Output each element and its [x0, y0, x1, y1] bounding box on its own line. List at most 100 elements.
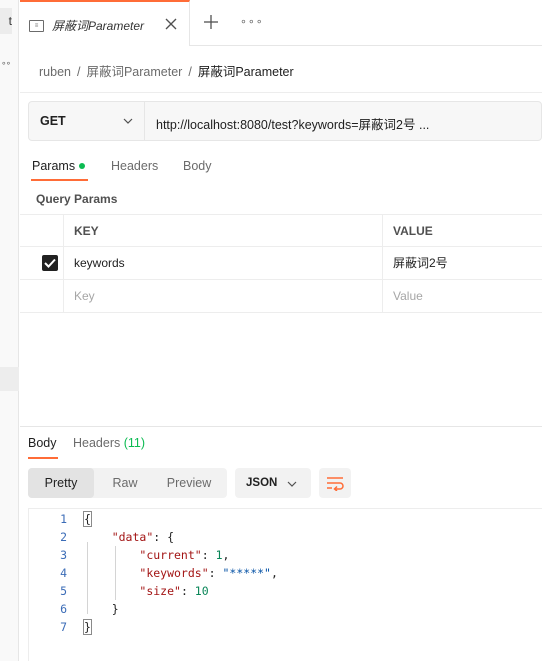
sidebar-tab-fragment[interactable]: t — [0, 8, 12, 34]
view-pretty-button[interactable]: Pretty — [28, 468, 94, 498]
url-bar: GET http://localhost:8080/test?keywords=… — [28, 101, 542, 141]
request-tab[interactable]: ≡ 屏蔽词Parameter — [20, 0, 190, 46]
code-text: "size": 10 — [84, 582, 209, 600]
code-line: 5 "size": 10 — [29, 582, 542, 600]
response-tab-body[interactable]: Body — [28, 436, 57, 450]
response-body-editor[interactable]: 1{2 "data": {3 "current": 1, 4 "keywords"… — [28, 508, 542, 661]
column-header-value: VALUE — [393, 224, 433, 238]
request-tabs: Params Headers Body — [20, 157, 542, 183]
active-tab-indicator — [31, 179, 88, 181]
response-view-toggle: Pretty Raw Preview — [28, 468, 227, 498]
table-row: Key Value — [20, 280, 542, 313]
breadcrumb-collection[interactable]: 屏蔽词Parameter — [86, 65, 182, 79]
wrap-lines-icon — [327, 477, 344, 491]
line-number: 1 — [60, 512, 67, 526]
json-key: "data" — [111, 530, 154, 544]
code-text: "data": { — [84, 528, 174, 546]
code-line: 4 "keywords": "*****", — [29, 564, 542, 582]
code-line: 3 "current": 1, — [29, 546, 542, 564]
json-key: "keywords" — [139, 566, 209, 580]
view-raw-button[interactable]: Raw — [94, 468, 156, 498]
sidebar-more-icon[interactable]: ∘∘ — [1, 58, 11, 69]
breadcrumb-current[interactable]: 屏蔽词Parameter — [198, 65, 294, 79]
json-key: "size" — [139, 584, 181, 598]
new-param-key-field[interactable]: Key — [64, 280, 383, 313]
code-line: 1{ — [29, 510, 542, 528]
params-active-dot-icon — [79, 163, 86, 169]
tab-headers[interactable]: Headers — [111, 159, 158, 173]
json-punctuation: } — [83, 619, 92, 635]
code-text: "keywords": "*****", — [84, 564, 278, 582]
json-punctuation: : — [208, 566, 223, 580]
json-string: "*****" — [222, 566, 271, 580]
query-params-title: Query Params — [36, 192, 118, 206]
code-text: } — [84, 600, 119, 618]
tab-body[interactable]: Body — [183, 159, 212, 173]
line-number: 7 — [60, 620, 67, 634]
format-label: JSON — [246, 477, 278, 489]
format-select[interactable]: JSON — [235, 468, 311, 498]
json-punctuation: { — [83, 511, 92, 527]
breadcrumb-separator: / — [76, 65, 81, 79]
chevron-down-icon — [123, 118, 133, 124]
param-key-field[interactable]: keywords — [64, 247, 383, 280]
wrap-lines-button[interactable] — [319, 468, 351, 498]
code-text: { — [83, 510, 92, 528]
breadcrumb-separator: / — [188, 65, 192, 79]
sidebar-edge: t ∘∘ — [0, 0, 19, 661]
request-doc-icon: ≡ — [29, 20, 44, 32]
chevron-down-icon — [287, 481, 297, 487]
breadcrumb-workspace[interactable]: ruben — [39, 65, 71, 79]
checkmark-icon — [44, 258, 56, 268]
new-tab-plus-icon[interactable] — [203, 14, 219, 30]
indent-guide — [87, 542, 88, 614]
code-line: 6 } — [29, 600, 542, 618]
view-preview-button[interactable]: Preview — [156, 468, 222, 498]
param-value-field[interactable]: 屏蔽词2号 — [383, 247, 542, 280]
column-header-key: KEY — [64, 215, 383, 248]
json-punctuation: , — [222, 548, 230, 562]
row-checkbox-cell — [20, 247, 64, 280]
json-number: 1 — [215, 548, 223, 562]
method-select[interactable]: GET — [29, 102, 145, 140]
line-number: 6 — [60, 602, 67, 616]
json-punctuation: , — [270, 566, 278, 580]
json-number: 10 — [194, 584, 209, 598]
tab-params-label: Params — [32, 159, 76, 173]
response-pane-divider[interactable] — [20, 426, 542, 427]
active-tab-indicator — [28, 457, 58, 459]
code-line: 2 "data": { — [29, 528, 542, 546]
method-label: GET — [40, 114, 66, 128]
line-number: 2 — [60, 530, 67, 544]
response-tabs: Body Headers (11) — [20, 436, 542, 460]
json-punctuation: : — [201, 548, 216, 562]
json-punctuation: } — [111, 602, 119, 616]
main-panel: ≡ 屏蔽词Parameter ∘∘∘ ruben / 屏蔽词Parameter / 屏蔽… — [20, 0, 542, 661]
param-enabled-checkbox[interactable] — [42, 255, 58, 271]
json-punctuation: : { — [153, 530, 175, 544]
json-punctuation: : — [180, 584, 195, 598]
breadcrumb: ruben / 屏蔽词Parameter / 屏蔽词Parameter — [39, 61, 294, 80]
json-key: "current" — [139, 548, 202, 562]
tab-params[interactable]: Params — [32, 159, 86, 173]
line-number: 4 — [60, 566, 67, 580]
row-checkbox-cell — [20, 280, 64, 313]
more-tabs-icon[interactable]: ∘∘∘ — [240, 15, 264, 28]
query-params-table: KEY VALUE keywords 屏蔽词2号 Key Value — [20, 214, 542, 313]
code-line: 7} — [29, 618, 542, 636]
divider — [20, 92, 542, 93]
indent-guide — [115, 546, 116, 600]
sidebar-selected-item[interactable] — [0, 367, 19, 391]
request-tab-title: 屏蔽词Parameter — [52, 19, 145, 33]
url-input[interactable]: http://localhost:8080/test?keywords=屏蔽词2… — [156, 114, 429, 133]
close-icon[interactable] — [164, 17, 178, 31]
new-param-value-field[interactable]: Value — [383, 280, 542, 313]
line-number: 5 — [60, 584, 67, 598]
table-row: keywords 屏蔽词2号 — [20, 247, 542, 280]
header-checkbox-cell — [20, 215, 64, 248]
code-text: "current": 1, — [84, 546, 229, 564]
headers-count-badge: (11) — [123, 436, 146, 450]
response-tab-headers[interactable]: Headers (11) — [73, 436, 145, 450]
tab-bar: ≡ 屏蔽词Parameter ∘∘∘ — [20, 0, 542, 46]
code-text: } — [83, 618, 92, 636]
